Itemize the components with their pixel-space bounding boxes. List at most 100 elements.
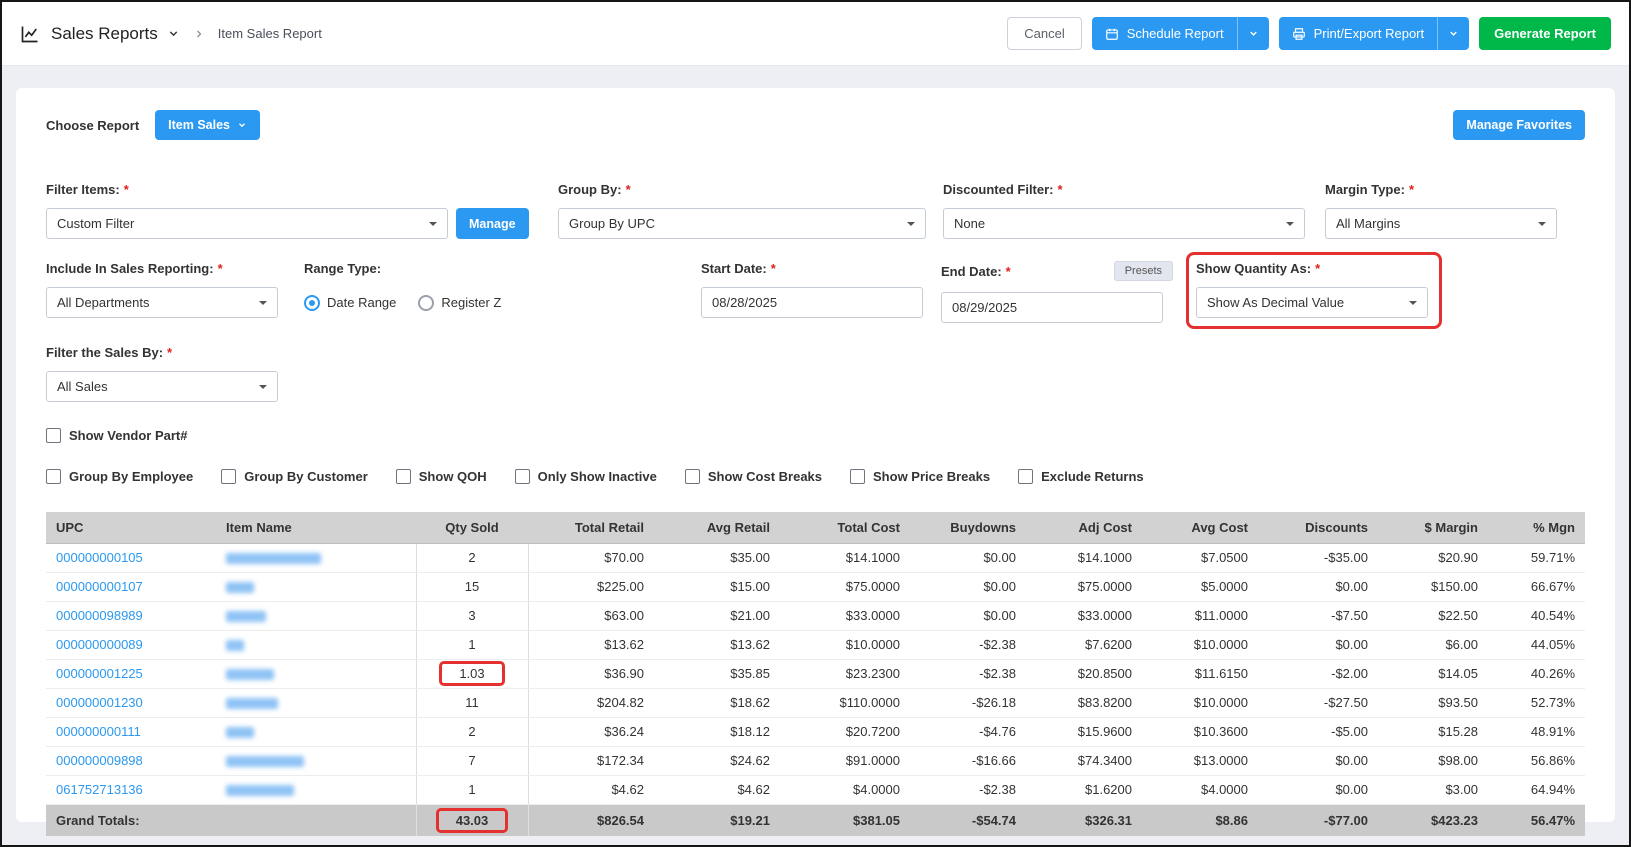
filter-sales-by-group: Filter the Sales By: * All Sales: [46, 345, 278, 402]
pct-margin-cell: 40.54%: [1488, 601, 1585, 631]
group-by-group: Group By: * Group By UPC: [558, 182, 943, 239]
margin-type-select[interactable]: All Margins: [1326, 209, 1556, 238]
total-retail-cell: $13.62: [528, 630, 654, 660]
report-type-label: Item Sales: [168, 118, 231, 132]
radio-selected-icon: [304, 294, 320, 311]
pct-margin-cell: 40.26%: [1488, 659, 1585, 689]
discounts-cell: $0.00: [1258, 775, 1378, 805]
qty-annotation-highlight: 43.03: [435, 807, 509, 833]
required-asterisk: *: [1408, 182, 1414, 197]
checkbox-only-show-inactive[interactable]: Only Show Inactive: [514, 469, 657, 484]
upc-link[interactable]: 000000000089: [56, 637, 143, 652]
include-in-sales-select[interactable]: All Departments: [47, 288, 277, 317]
checkbox-label: Show QOH: [418, 469, 487, 484]
start-date-input[interactable]: [701, 287, 923, 318]
checkbox-exclude-returns[interactable]: Exclude Returns: [1018, 469, 1144, 484]
qty-sold-cell: 7: [415, 746, 529, 776]
avg-retail-cell: $18.12: [654, 717, 780, 747]
table-row: 061752713136 1 $4.62 $4.62 $4.0000 -$2.38 $1.6…: [46, 775, 1585, 805]
required-asterisk: *: [770, 261, 776, 276]
checkbox-show-qoh[interactable]: Show QOH: [395, 469, 487, 484]
upc-link[interactable]: 000000000105: [56, 550, 143, 565]
item-name-link-redacted[interactable]: [226, 727, 254, 739]
show-quantity-as-select-wrap: Show As Decimal Value: [1196, 287, 1428, 318]
radio-register-z[interactable]: Register Z: [418, 294, 501, 311]
checkbox-group-by-customer[interactable]: Group By Customer: [221, 469, 368, 484]
discounts-cell: -$7.50: [1258, 601, 1378, 631]
item-name-link-redacted[interactable]: [226, 698, 278, 710]
checkbox-box-icon[interactable]: [221, 469, 237, 484]
upc-link[interactable]: 061752713136: [56, 782, 143, 797]
checkbox-show-cost-breaks[interactable]: Show Cost Breaks: [684, 469, 822, 484]
print-export-dropdown-caret[interactable]: [1437, 17, 1469, 50]
avg-cost-cell: $4.0000: [1142, 775, 1258, 805]
table-row: 000000009898 7 $172.34 $24.62 $91.0000 -$16.6…: [46, 746, 1585, 776]
manage-favorites-button[interactable]: Manage Favorites: [1453, 110, 1585, 140]
adj-cost-cell: $7.6200: [1026, 630, 1142, 660]
total-cost-cell: $23.2300: [780, 659, 910, 689]
schedule-report-button[interactable]: Schedule Report: [1091, 17, 1269, 50]
item-name-link-redacted[interactable]: [226, 553, 321, 565]
group-by-select[interactable]: Group By UPC: [559, 209, 925, 238]
end-date-input[interactable]: [941, 292, 1163, 323]
checkbox-box-icon[interactable]: [850, 469, 866, 484]
checkbox-label: Exclude Returns: [1041, 469, 1144, 484]
total-cost-cell: $10.0000: [780, 630, 910, 660]
avg-cost-cell: $10.0000: [1142, 688, 1258, 718]
filter-sales-by-select[interactable]: All Sales: [47, 372, 277, 401]
breadcrumb-current: Item Sales Report: [217, 26, 322, 41]
radio-date-range[interactable]: Date Range: [304, 294, 396, 311]
checkbox-show-vendor-part[interactable]: Show Vendor Part#: [46, 428, 1585, 443]
header-row: UPC Item Name Qty Sold Total Retail Avg Reta…: [46, 512, 1585, 544]
upc-link[interactable]: 000000000111: [56, 724, 141, 739]
calendar-icon: [1105, 27, 1119, 41]
margin-cell: $98.00: [1378, 746, 1488, 776]
margin-cell: $20.90: [1378, 543, 1488, 573]
report-type-dropdown[interactable]: Item Sales: [155, 110, 261, 140]
item-name-link-redacted[interactable]: [226, 611, 266, 623]
checkbox-box-icon[interactable]: [395, 469, 411, 484]
column-header: Buydowns: [910, 512, 1026, 544]
checkbox-box-icon[interactable]: [1018, 469, 1034, 484]
discounted-filter-select[interactable]: None: [944, 209, 1304, 238]
presets-button[interactable]: Presets: [1113, 261, 1173, 281]
item-name-cell: [216, 601, 416, 631]
group-by-select-wrap: Group By UPC: [558, 208, 926, 239]
margin-cell: $6.00: [1378, 630, 1488, 660]
total-retail-cell: $36.24: [528, 717, 654, 747]
cancel-button[interactable]: Cancel: [1007, 17, 1082, 50]
grand-totals-adj-cost-cell: $326.31: [1026, 803, 1142, 836]
checkbox-label: Group By Employee: [69, 469, 194, 484]
show-quantity-as-select[interactable]: Show As Decimal Value: [1197, 288, 1427, 317]
filter-items-select[interactable]: Custom Filter: [47, 209, 447, 238]
print-export-button[interactable]: Print/Export Report: [1278, 17, 1470, 50]
avg-retail-cell: $18.62: [654, 688, 780, 718]
upc-link[interactable]: 000000001230: [56, 695, 143, 710]
upc-cell: 000000000105: [46, 543, 216, 573]
margin-cell: $93.50: [1378, 688, 1488, 718]
item-name-link-redacted[interactable]: [226, 669, 274, 681]
item-name-link-redacted[interactable]: [226, 785, 294, 797]
table-row: 000000001230 11 $204.82 $18.62 $110.0000 -$26…: [46, 688, 1585, 718]
item-name-link-redacted[interactable]: [226, 756, 304, 768]
upc-link[interactable]: 000000001225: [56, 666, 143, 681]
total-retail-cell: $225.00: [528, 572, 654, 602]
upc-link[interactable]: 000000009898: [56, 753, 143, 768]
upc-link[interactable]: 000000098989: [56, 608, 143, 623]
checkbox-box-icon[interactable]: [46, 469, 61, 484]
item-name-link-redacted[interactable]: [226, 640, 244, 652]
margin-cell: $15.28: [1378, 717, 1488, 747]
item-name-link-redacted[interactable]: [226, 582, 254, 594]
chevron-down-icon[interactable]: [167, 27, 180, 40]
checkbox-box-icon[interactable]: [684, 469, 700, 484]
checkbox-group-by-employee[interactable]: Group By Employee: [46, 469, 193, 484]
generate-report-button[interactable]: Generate Report: [1479, 17, 1611, 50]
upc-link[interactable]: 000000000107: [56, 579, 143, 594]
manage-filter-button[interactable]: Manage: [456, 208, 529, 239]
group-by-label: Group By:: [558, 182, 622, 197]
checkbox-box-icon[interactable]: [514, 469, 530, 484]
buydowns-cell: $0.00: [910, 572, 1026, 602]
checkbox-show-price-breaks[interactable]: Show Price Breaks: [850, 469, 990, 484]
checkbox-box-icon[interactable]: [46, 428, 61, 443]
schedule-report-dropdown-caret[interactable]: [1236, 17, 1269, 50]
